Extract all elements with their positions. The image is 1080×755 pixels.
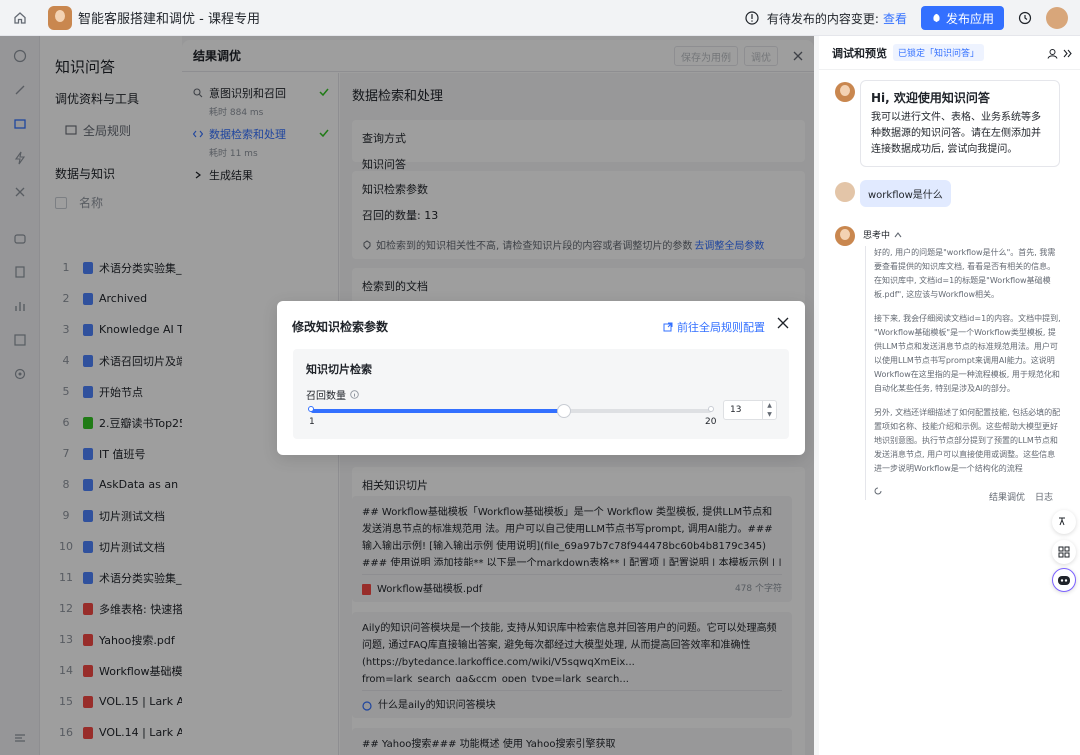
log-link[interactable]: 日志	[1035, 490, 1053, 503]
user-avatar	[835, 182, 855, 202]
slider-min-dot	[308, 406, 314, 412]
expand-icon[interactable]	[1062, 48, 1073, 59]
greeting-title: Hi, 欢迎使用知识问答	[871, 91, 990, 105]
edit-params-modal: 修改知识检索参数 前往全局规则配置 知识切片检索 召回数量 1 20 13 ▲ …	[277, 301, 805, 455]
info-icon[interactable]	[350, 390, 359, 399]
publish-button[interactable]: 发布应用	[920, 6, 1004, 30]
decrement-icon[interactable]: ▼	[767, 411, 772, 418]
thinking-toggle[interactable]: 思考中	[863, 228, 902, 241]
debug-title: 调试和预览	[832, 46, 887, 60]
app-title: 智能客服搭建和调优 - 课程专用	[78, 12, 260, 27]
thinking-paragraph: 接下来, 我会仔细阅读文档id=1的内容。文档中提到, "Workflow基础模…	[874, 314, 1061, 393]
assistant-icon	[1058, 576, 1070, 585]
global-rules-link[interactable]: 前往全局规则配置	[663, 319, 765, 335]
grid-icon	[1058, 546, 1070, 558]
thinking-paragraph: 好的, 用户的问题是"workflow是什么"。首先, 我需要查看提供的知识库文…	[874, 248, 1056, 299]
thinking-paragraph: 另外, 文档还详细描述了如何配置技能, 包括必填的配置项如名称、技能介绍和示例。…	[874, 408, 1061, 473]
apps-button[interactable]	[1052, 540, 1076, 564]
recall-count-label: 召回数量	[306, 387, 359, 402]
greeting-body: 我可以进行文件、表格、业务系统等多种数据源的知识问答。请在左侧添加并连接数据成功…	[871, 112, 1041, 155]
chevron-up-icon	[894, 231, 902, 237]
slice-retrieval-section: 知识切片检索 召回数量 1 20 13 ▲ ▼	[293, 349, 789, 439]
result-tune-link[interactable]: 结果调优	[989, 490, 1025, 503]
slider-max-dot	[708, 406, 714, 412]
info-icon[interactable]	[745, 11, 759, 25]
external-link-icon	[663, 322, 673, 332]
thinking-content: 好的, 用户的问题是"workflow是什么"。首先, 我需要查看提供的知识库文…	[865, 246, 1061, 500]
user-message: workflow是什么	[860, 180, 951, 207]
user-settings-icon[interactable]	[1047, 48, 1058, 59]
debug-panel: 调试和预览 已锁定「知识问答」 Hi, 欢迎使用知识问答 我可以进行文件、表格、…	[819, 36, 1080, 755]
bot-avatar	[835, 226, 855, 246]
home-icon	[14, 11, 26, 24]
slider-min-label: 1	[309, 417, 315, 427]
recall-count-stepper[interactable]: 13 ▲ ▼	[723, 400, 777, 420]
view-changes-link[interactable]: 查看	[883, 10, 907, 27]
locked-tag: 已锁定「知识问答」	[893, 44, 985, 61]
slider-max-label: 20	[705, 417, 717, 427]
global-rules-link-label: 前往全局规则配置	[677, 321, 765, 334]
thinking-label: 思考中	[863, 231, 891, 241]
rocket-icon	[933, 13, 940, 22]
top-bar: 智能客服搭建和调优 - 课程专用 有待发布的内容变更: 查看 发布应用	[0, 0, 1080, 36]
greeting-bubble: Hi, 欢迎使用知识问答 我可以进行文件、表格、业务系统等多种数据源的知识问答。…	[860, 80, 1060, 167]
message-actions: 结果调优 日志	[979, 490, 1053, 503]
backdrop-left[interactable]	[0, 36, 182, 755]
history-icon[interactable]	[1018, 11, 1032, 25]
assistant-button[interactable]	[1052, 568, 1076, 592]
bot-avatar	[835, 82, 855, 102]
recall-count-text: 召回数量	[306, 391, 346, 402]
pending-changes-text: 有待发布的内容变更:	[766, 11, 879, 26]
increment-icon[interactable]: ▲	[767, 402, 772, 409]
stepper-value: 13	[730, 405, 742, 415]
section-title: 知识切片检索	[306, 363, 372, 376]
slider-thumb[interactable]	[556, 404, 571, 418]
app-avatar	[48, 5, 72, 30]
translate-button[interactable]	[1052, 510, 1076, 534]
home-button[interactable]	[0, 0, 40, 36]
translate-icon	[1059, 517, 1065, 526]
loading-icon	[874, 487, 882, 495]
recall-count-slider[interactable]	[308, 404, 714, 418]
slider-fill	[311, 409, 564, 413]
user-avatar[interactable]	[1046, 7, 1068, 29]
modal-title: 修改知识检索参数	[292, 320, 389, 334]
close-icon[interactable]	[777, 317, 789, 329]
publish-label: 发布应用	[945, 11, 994, 26]
